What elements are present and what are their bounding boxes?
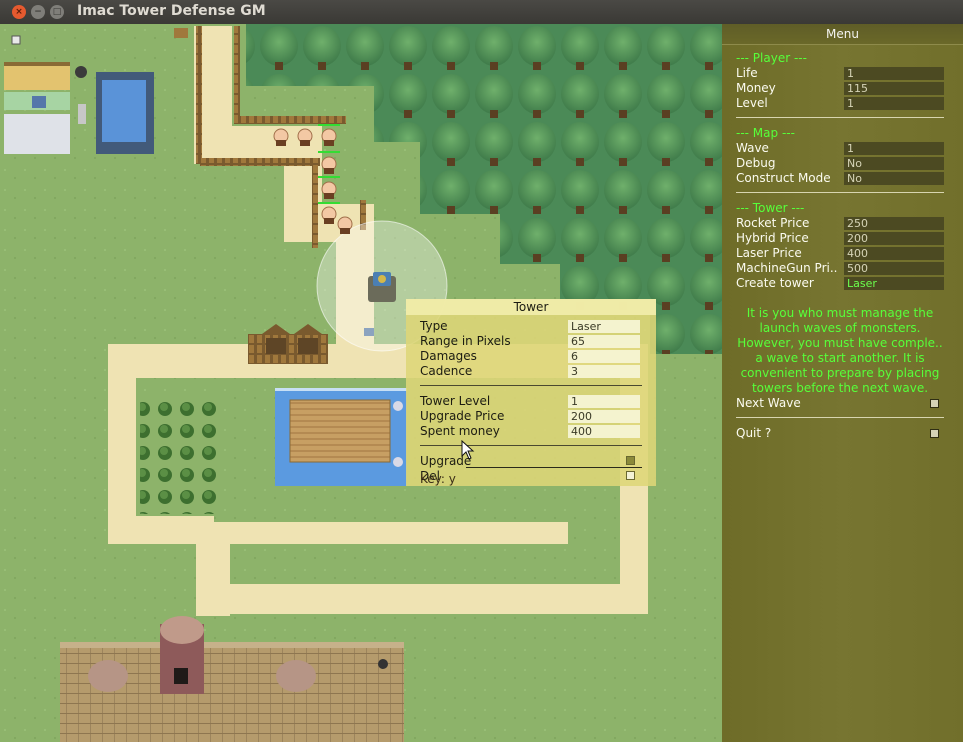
laser-price-row: Laser Price 400 — [736, 246, 946, 261]
next-wave-label: Next Wave — [736, 396, 801, 410]
tower-key-hint: Key: y — [420, 472, 456, 486]
hybrid-price-value: 200 — [844, 232, 944, 245]
description-line: a wave to start another. It is — [755, 351, 925, 365]
debug-label: Debug — [736, 156, 776, 170]
tower-section-header: --- Tower --- — [736, 201, 805, 215]
upgrade-price-value: 200 — [568, 410, 640, 423]
wave-label: Wave — [736, 141, 769, 155]
spent-money-value: 400 — [568, 425, 640, 438]
tower-cadence-value: 3 — [568, 365, 640, 378]
upgrade-underline — [466, 467, 642, 468]
description-line: launch waves of monsters. — [759, 321, 921, 335]
hybrid-price-row: Hybrid Price 200 — [736, 231, 946, 246]
quit-checkbox[interactable] — [930, 429, 939, 438]
mouse-cursor-icon — [461, 440, 475, 460]
menu-separator — [736, 417, 944, 418]
popup-separator — [420, 445, 642, 446]
tower-cadence-label: Cadence — [420, 364, 473, 378]
laser-price-label: Laser Price — [736, 246, 802, 260]
popup-separator — [420, 385, 642, 386]
rocket-price-value: 250 — [844, 217, 944, 230]
level-row: Level 1 — [736, 96, 946, 111]
tower-type-value: Laser — [568, 320, 640, 333]
menu-separator — [736, 117, 944, 118]
upgrade-price-row: Upgrade Price 200 — [420, 409, 642, 423]
window-title: Imac Tower Defense GM — [77, 3, 266, 19]
tower-popup-title[interactable]: Tower — [406, 299, 656, 315]
tower-popup: Tower Type Laser Range in Pixels 65 Dama… — [406, 299, 656, 486]
upgrade-checkbox[interactable] — [626, 456, 635, 465]
machinegun-price-row: MachineGun Pri.. 500 — [736, 261, 946, 276]
next-wave-checkbox[interactable] — [930, 399, 939, 408]
machinegun-price-value: 500 — [844, 262, 944, 275]
del-checkbox[interactable] — [626, 471, 635, 480]
description-line: However, you must have comple.. — [737, 336, 943, 350]
create-tower-row[interactable]: Create tower Laser — [736, 276, 946, 291]
upgrade-button[interactable]: Upgrade — [420, 454, 642, 468]
tower-type-label: Type — [420, 319, 448, 333]
level-label: Level — [736, 96, 768, 110]
rocket-price-label: Rocket Price — [736, 216, 810, 230]
quit-button[interactable]: Quit ? — [736, 426, 946, 441]
tower-level-value: 1 — [568, 395, 640, 408]
tower-range-label: Range in Pixels — [420, 334, 511, 348]
description-line: towers before the next wave. — [751, 381, 929, 395]
hybrid-price-label: Hybrid Price — [736, 231, 809, 245]
description-line: convenient to prepare by placing — [740, 366, 940, 380]
menu-separator — [736, 192, 944, 193]
close-icon[interactable]: × — [12, 5, 26, 19]
minimize-icon[interactable]: − — [31, 5, 45, 19]
maximize-icon[interactable]: □ — [50, 5, 64, 19]
tower-damages-label: Damages — [420, 349, 477, 363]
tower-level-row: Tower Level 1 — [420, 394, 642, 408]
tower-damages-value: 6 — [568, 350, 640, 363]
create-tower-value[interactable]: Laser — [844, 277, 944, 290]
side-menu: Menu --- Player --- Life 1 Money 115 Lev… — [722, 24, 963, 742]
life-value: 1 — [844, 67, 944, 80]
level-value: 1 — [844, 97, 944, 110]
money-label: Money — [736, 81, 776, 95]
tower-damages-row: Damages 6 — [420, 349, 642, 363]
construct-mode-row[interactable]: Construct Mode No — [736, 171, 946, 186]
life-label: Life — [736, 66, 758, 80]
tower-range-row: Range in Pixels 65 — [420, 334, 642, 348]
tower-type-row: Type Laser — [420, 319, 642, 333]
create-tower-label: Create tower — [736, 276, 814, 290]
tower-level-label: Tower Level — [420, 394, 491, 408]
spent-money-row: Spent money 400 — [420, 424, 642, 438]
upgrade-price-label: Upgrade Price — [420, 409, 505, 423]
life-row: Life 1 — [736, 66, 946, 81]
tower-range-value: 65 — [568, 335, 640, 348]
debug-value[interactable]: No — [844, 157, 944, 170]
rocket-price-row: Rocket Price 250 — [736, 216, 946, 231]
quit-label: Quit ? — [736, 426, 772, 440]
game-description: It is you who must manage the launch wav… — [734, 306, 946, 396]
tower-cadence-row: Cadence 3 — [420, 364, 642, 378]
window-titlebar: × − □ Imac Tower Defense GM — [0, 0, 963, 24]
machinegun-price-label: MachineGun Pri.. — [736, 261, 838, 275]
construct-mode-label: Construct Mode — [736, 171, 831, 185]
laser-tower — [368, 272, 396, 302]
debug-row[interactable]: Debug No — [736, 156, 946, 171]
construct-mode-value[interactable]: No — [844, 172, 944, 185]
wave-value: 1 — [844, 142, 944, 155]
wave-row: Wave 1 — [736, 141, 946, 156]
money-row: Money 115 — [736, 81, 946, 96]
player-section-header: --- Player --- — [736, 51, 807, 65]
description-line: It is you who must manage the — [746, 306, 934, 320]
menu-title: Menu — [722, 24, 963, 45]
money-value: 115 — [844, 82, 944, 95]
spent-money-label: Spent money — [420, 424, 500, 438]
laser-price-value: 400 — [844, 247, 944, 260]
next-wave-button[interactable]: Next Wave — [736, 396, 946, 411]
map-section-header: --- Map --- — [736, 126, 795, 140]
